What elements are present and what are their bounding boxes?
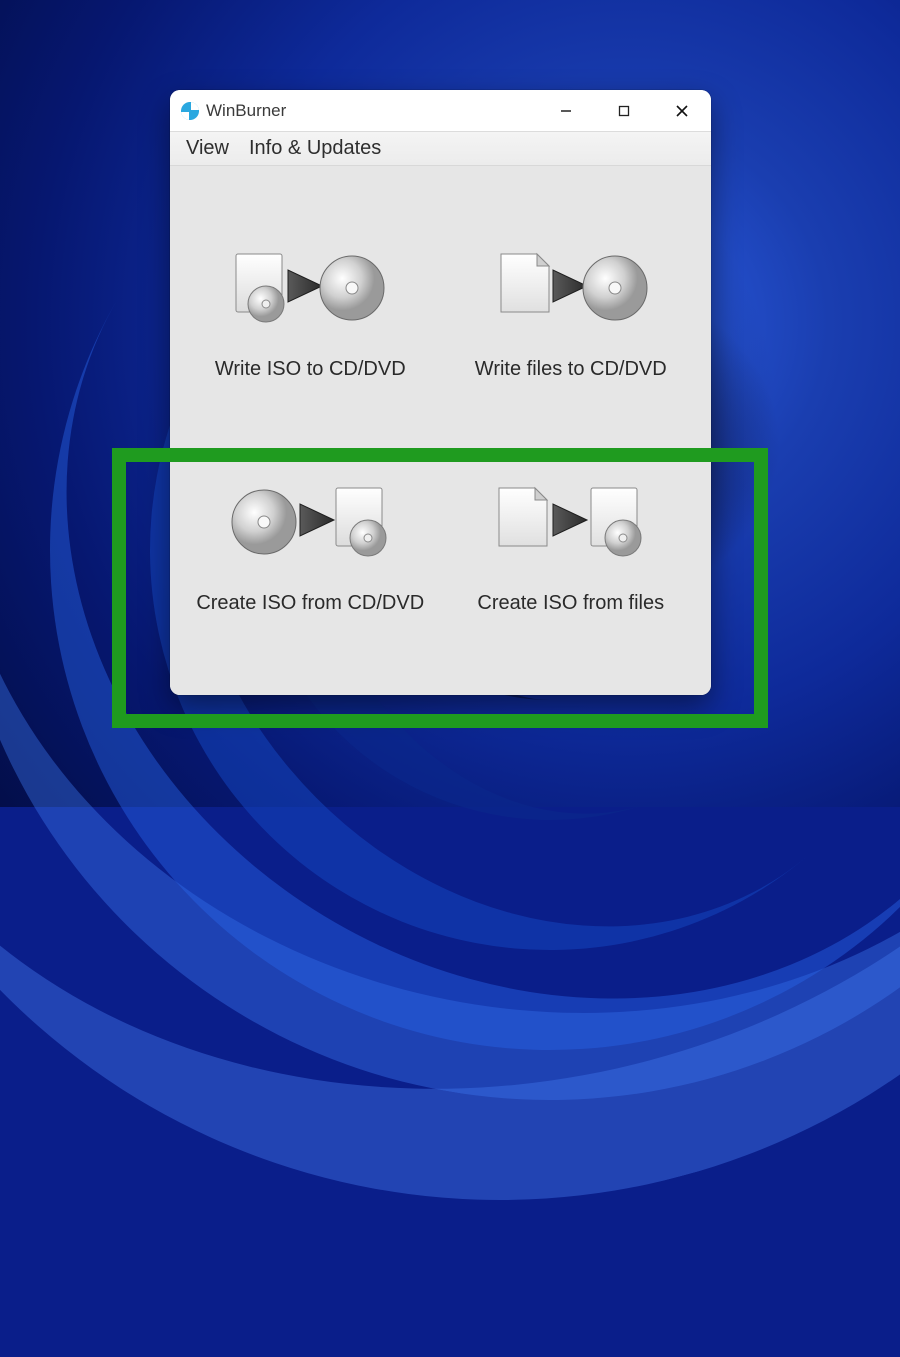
action-label: Create ISO from CD/DVD	[196, 592, 424, 615]
files-to-disc-icon	[491, 246, 651, 336]
action-label: Write ISO to CD/DVD	[215, 358, 406, 381]
minimize-button[interactable]	[537, 90, 595, 131]
app-icon	[180, 101, 200, 121]
client-area: Write ISO to CD/DVD	[170, 166, 711, 695]
action-label: Write files to CD/DVD	[475, 358, 667, 381]
action-create-iso-from-files[interactable]: Create ISO from files	[441, 431, 702, 666]
menu-info-updates[interactable]: Info & Updates	[239, 133, 391, 164]
app-window: WinBurner View Info & Updates	[170, 90, 711, 695]
maximize-button[interactable]	[595, 90, 653, 131]
iso-to-disc-icon	[230, 246, 390, 336]
menu-view[interactable]: View	[176, 133, 239, 164]
close-button[interactable]	[653, 90, 711, 131]
action-write-iso-to-disc[interactable]: Write ISO to CD/DVD	[180, 196, 441, 431]
files-to-iso-icon	[491, 480, 651, 570]
app-title: WinBurner	[206, 101, 286, 121]
action-label: Create ISO from files	[477, 592, 664, 615]
action-create-iso-from-disc[interactable]: Create ISO from CD/DVD	[180, 431, 441, 666]
menubar: View Info & Updates	[170, 132, 711, 166]
action-write-files-to-disc[interactable]: Write files to CD/DVD	[441, 196, 702, 431]
disc-to-iso-icon	[230, 480, 390, 570]
titlebar[interactable]: WinBurner	[170, 90, 711, 132]
